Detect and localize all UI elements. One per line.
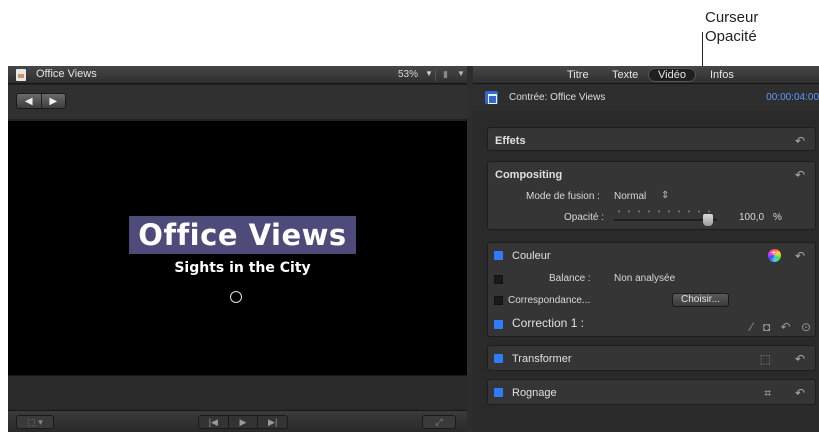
match-checkbox[interactable] (494, 296, 503, 305)
view-options-icon[interactable]: ▮ (443, 69, 448, 80)
skip-forward-icon[interactable]: ▶| (257, 416, 287, 428)
transformer-section: Transformer ⬚ ↶ (487, 345, 816, 371)
title-background: Office Views (129, 216, 356, 254)
view-chevron-icon[interactable]: ▼ (457, 69, 465, 78)
fit-view-icon[interactable]: ⬚ ▾ (16, 415, 54, 429)
opacity-slider-callout: Curseur Opacité (705, 8, 805, 46)
magic-wand-icon[interactable]: ⁄ (751, 320, 753, 334)
compositing-section: Compositing ↶ Mode de fusion : Normal ⇕ … (487, 161, 816, 230)
callout-line2: Opacité (705, 28, 757, 45)
video-subtitle-text[interactable]: Sights in the City (129, 260, 356, 276)
opacity-label: Opacité : (564, 212, 605, 223)
choose-match-button[interactable]: Choisir... (672, 293, 729, 307)
viewer-toolbar: ◀ ▶ (8, 85, 467, 119)
mask-icon[interactable]: ◘ (763, 320, 770, 334)
blend-mode-label: Mode de fusion : (526, 191, 600, 202)
zoom-chevron-icon[interactable]: ▼ (425, 69, 433, 78)
tab-infos[interactable]: Infos (701, 68, 743, 82)
back-arrow-icon[interactable]: ◀ (17, 94, 41, 108)
clip-header: Contrée: Office Views 00:00:04:00 (473, 85, 819, 111)
compositing-heading: Compositing (495, 169, 563, 181)
reset-icon[interactable]: ↶ (795, 134, 805, 148)
transformer-heading: Transformer (512, 353, 572, 365)
blend-mode-stepper-icon[interactable]: ⇕ (661, 190, 669, 201)
opacity-slider-track[interactable] (614, 219, 717, 221)
opacity-ticks (614, 210, 717, 213)
reset-icon[interactable]: ↶ (781, 320, 791, 334)
opacity-value[interactable]: 100,0 (739, 212, 764, 223)
correction-heading: Correction 1 : (512, 316, 585, 330)
clip-timecode: 00:00:04:00 (766, 92, 819, 103)
reset-icon[interactable]: ↶ (795, 249, 805, 263)
tab-texte[interactable]: Texte (603, 68, 647, 82)
viewer-titlebar: Office Views 53% ▼ ▮ ▼ (8, 66, 467, 84)
disclosure-icon[interactable]: ⊙ (801, 320, 811, 334)
effets-section[interactable]: Effets ↶ (487, 127, 816, 151)
correction-tools: ⁄ ◘ ↶ ⊙ (744, 320, 811, 334)
effets-heading: Effets (495, 135, 526, 147)
reset-icon[interactable]: ↶ (795, 352, 805, 366)
transformer-enable-checkbox[interactable] (494, 354, 503, 363)
balance-label: Balance : (549, 273, 591, 284)
color-board-icon[interactable] (768, 248, 781, 262)
reset-icon[interactable]: ↶ (795, 386, 805, 400)
title-clip-icon (485, 91, 498, 104)
correction-enable-checkbox[interactable] (494, 320, 503, 329)
balance-value: Non analysée (614, 273, 676, 284)
crop-icon[interactable]: ⌗ (764, 386, 771, 401)
couleur-heading: Couleur (512, 250, 551, 262)
divider (435, 69, 436, 81)
inspector-pane: Titre Texte Vidéo Infos Contrée: Office … (473, 66, 819, 432)
title-position-handle-icon[interactable] (230, 291, 242, 303)
callout-line1: Curseur (705, 9, 759, 26)
transform-onscreen-icon[interactable]: ⬚ (760, 352, 771, 366)
rognage-section: Rognage ⌗ ↶ (487, 379, 816, 405)
viewer-control-bar: ⬚ ▾ |◀ ▶ ▶| ⤢ (8, 410, 467, 432)
tab-titre[interactable]: Titre (558, 68, 598, 82)
inspector-tabs: Titre Texte Vidéo Infos (473, 66, 819, 84)
reset-icon[interactable]: ↶ (795, 168, 805, 182)
skip-back-icon[interactable]: |◀ (199, 416, 228, 428)
opacity-unit: % (773, 212, 782, 223)
couleur-enable-checkbox[interactable] (494, 251, 503, 260)
zoom-level[interactable]: 53% (398, 69, 418, 80)
opacity-slider-thumb[interactable] (703, 214, 713, 226)
video-title-text[interactable]: Office Views (129, 216, 356, 254)
clip-name: Contrée: Office Views (509, 92, 606, 103)
blend-mode-select[interactable]: Normal (614, 191, 646, 202)
viewer-title: Office Views (36, 68, 97, 80)
transport-controls: |◀ ▶ ▶| (198, 415, 288, 429)
history-nav: ◀ ▶ (16, 93, 66, 109)
project-icon (16, 69, 26, 81)
fullscreen-icon[interactable]: ⤢ (422, 415, 456, 429)
match-label: Correspondance... (508, 295, 591, 306)
rognage-heading: Rognage (512, 387, 557, 399)
play-icon[interactable]: ▶ (227, 416, 258, 428)
video-canvas[interactable]: Office Views Sights in the City (8, 121, 467, 375)
viewer-bottom-area: ⬚ ▾ |◀ ▶ ▶| ⤢ (8, 375, 467, 432)
balance-checkbox[interactable] (494, 275, 503, 284)
tab-video[interactable]: Vidéo (648, 68, 696, 82)
forward-arrow-icon[interactable]: ▶ (40, 94, 66, 108)
viewer-pane: Office Views 53% ▼ ▮ ▼ ◀ ▶ Office Views … (8, 66, 467, 432)
final-cut-window: Office Views 53% ▼ ▮ ▼ ◀ ▶ Office Views … (8, 66, 819, 432)
rognage-enable-checkbox[interactable] (494, 388, 503, 397)
